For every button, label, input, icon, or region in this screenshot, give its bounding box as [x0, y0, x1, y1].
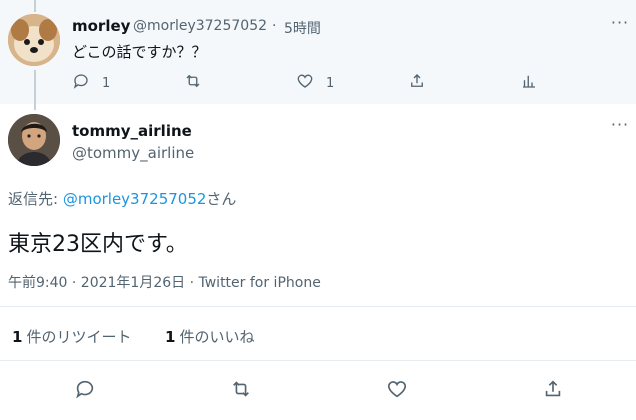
reply-button[interactable]: 1 — [72, 72, 110, 94]
parent-tweet[interactable]: morley @morley37257052 · 5時間 どこの話ですか？？ ·… — [0, 0, 636, 110]
like-stats[interactable]: 1 件のいいね — [165, 326, 254, 347]
author-handle[interactable]: @tommy_airline — [72, 144, 194, 162]
retweet-button[interactable] — [230, 378, 254, 402]
like-button[interactable] — [386, 378, 410, 402]
tweet-metadata[interactable]: 午前9:40 · 2021年1月26日 · Twitter for iPhone — [8, 272, 321, 292]
analytics-icon — [520, 72, 538, 94]
retweet-icon — [184, 72, 202, 94]
analytics-button[interactable] — [520, 72, 538, 94]
share-button[interactable] — [408, 72, 426, 94]
avatar[interactable] — [8, 114, 60, 166]
tweet-text: 東京23区内です。 — [8, 232, 188, 257]
like-button[interactable]: 1 — [296, 72, 334, 94]
thread-line — [34, 70, 36, 110]
share-icon — [542, 380, 564, 404]
share-button[interactable] — [542, 378, 566, 402]
reply-button[interactable] — [74, 378, 98, 402]
divider — [0, 360, 636, 361]
retweet-icon — [230, 381, 252, 404]
author-handle[interactable]: @morley37257052 — [133, 18, 267, 34]
heart-icon — [296, 72, 314, 94]
author-name[interactable]: morley — [72, 17, 130, 35]
more-options-icon[interactable]: ··· — [608, 15, 632, 34]
heart-icon — [386, 381, 408, 404]
timestamp[interactable]: 5時間 — [284, 18, 321, 38]
reply-icon — [72, 72, 90, 94]
reply-mention-link[interactable]: @morley37257052 — [63, 190, 207, 208]
more-options-icon[interactable]: ··· — [608, 117, 632, 136]
reply-count: 1 — [102, 75, 111, 91]
reply-icon — [74, 380, 96, 404]
separator-dot: · — [272, 18, 277, 34]
like-count: 1 — [326, 75, 335, 91]
retweet-button[interactable] — [184, 72, 202, 94]
divider — [0, 306, 636, 307]
retweet-stats[interactable]: 1 件のリツイート — [12, 326, 131, 347]
replying-to: 返信先: @morley37257052さん — [8, 190, 237, 208]
tweet-text: どこの話ですか？？ — [72, 43, 207, 61]
thread-line — [34, 0, 36, 12]
avatar[interactable] — [8, 14, 60, 66]
share-icon — [408, 72, 426, 94]
author-name[interactable]: tommy_airline — [72, 122, 192, 140]
